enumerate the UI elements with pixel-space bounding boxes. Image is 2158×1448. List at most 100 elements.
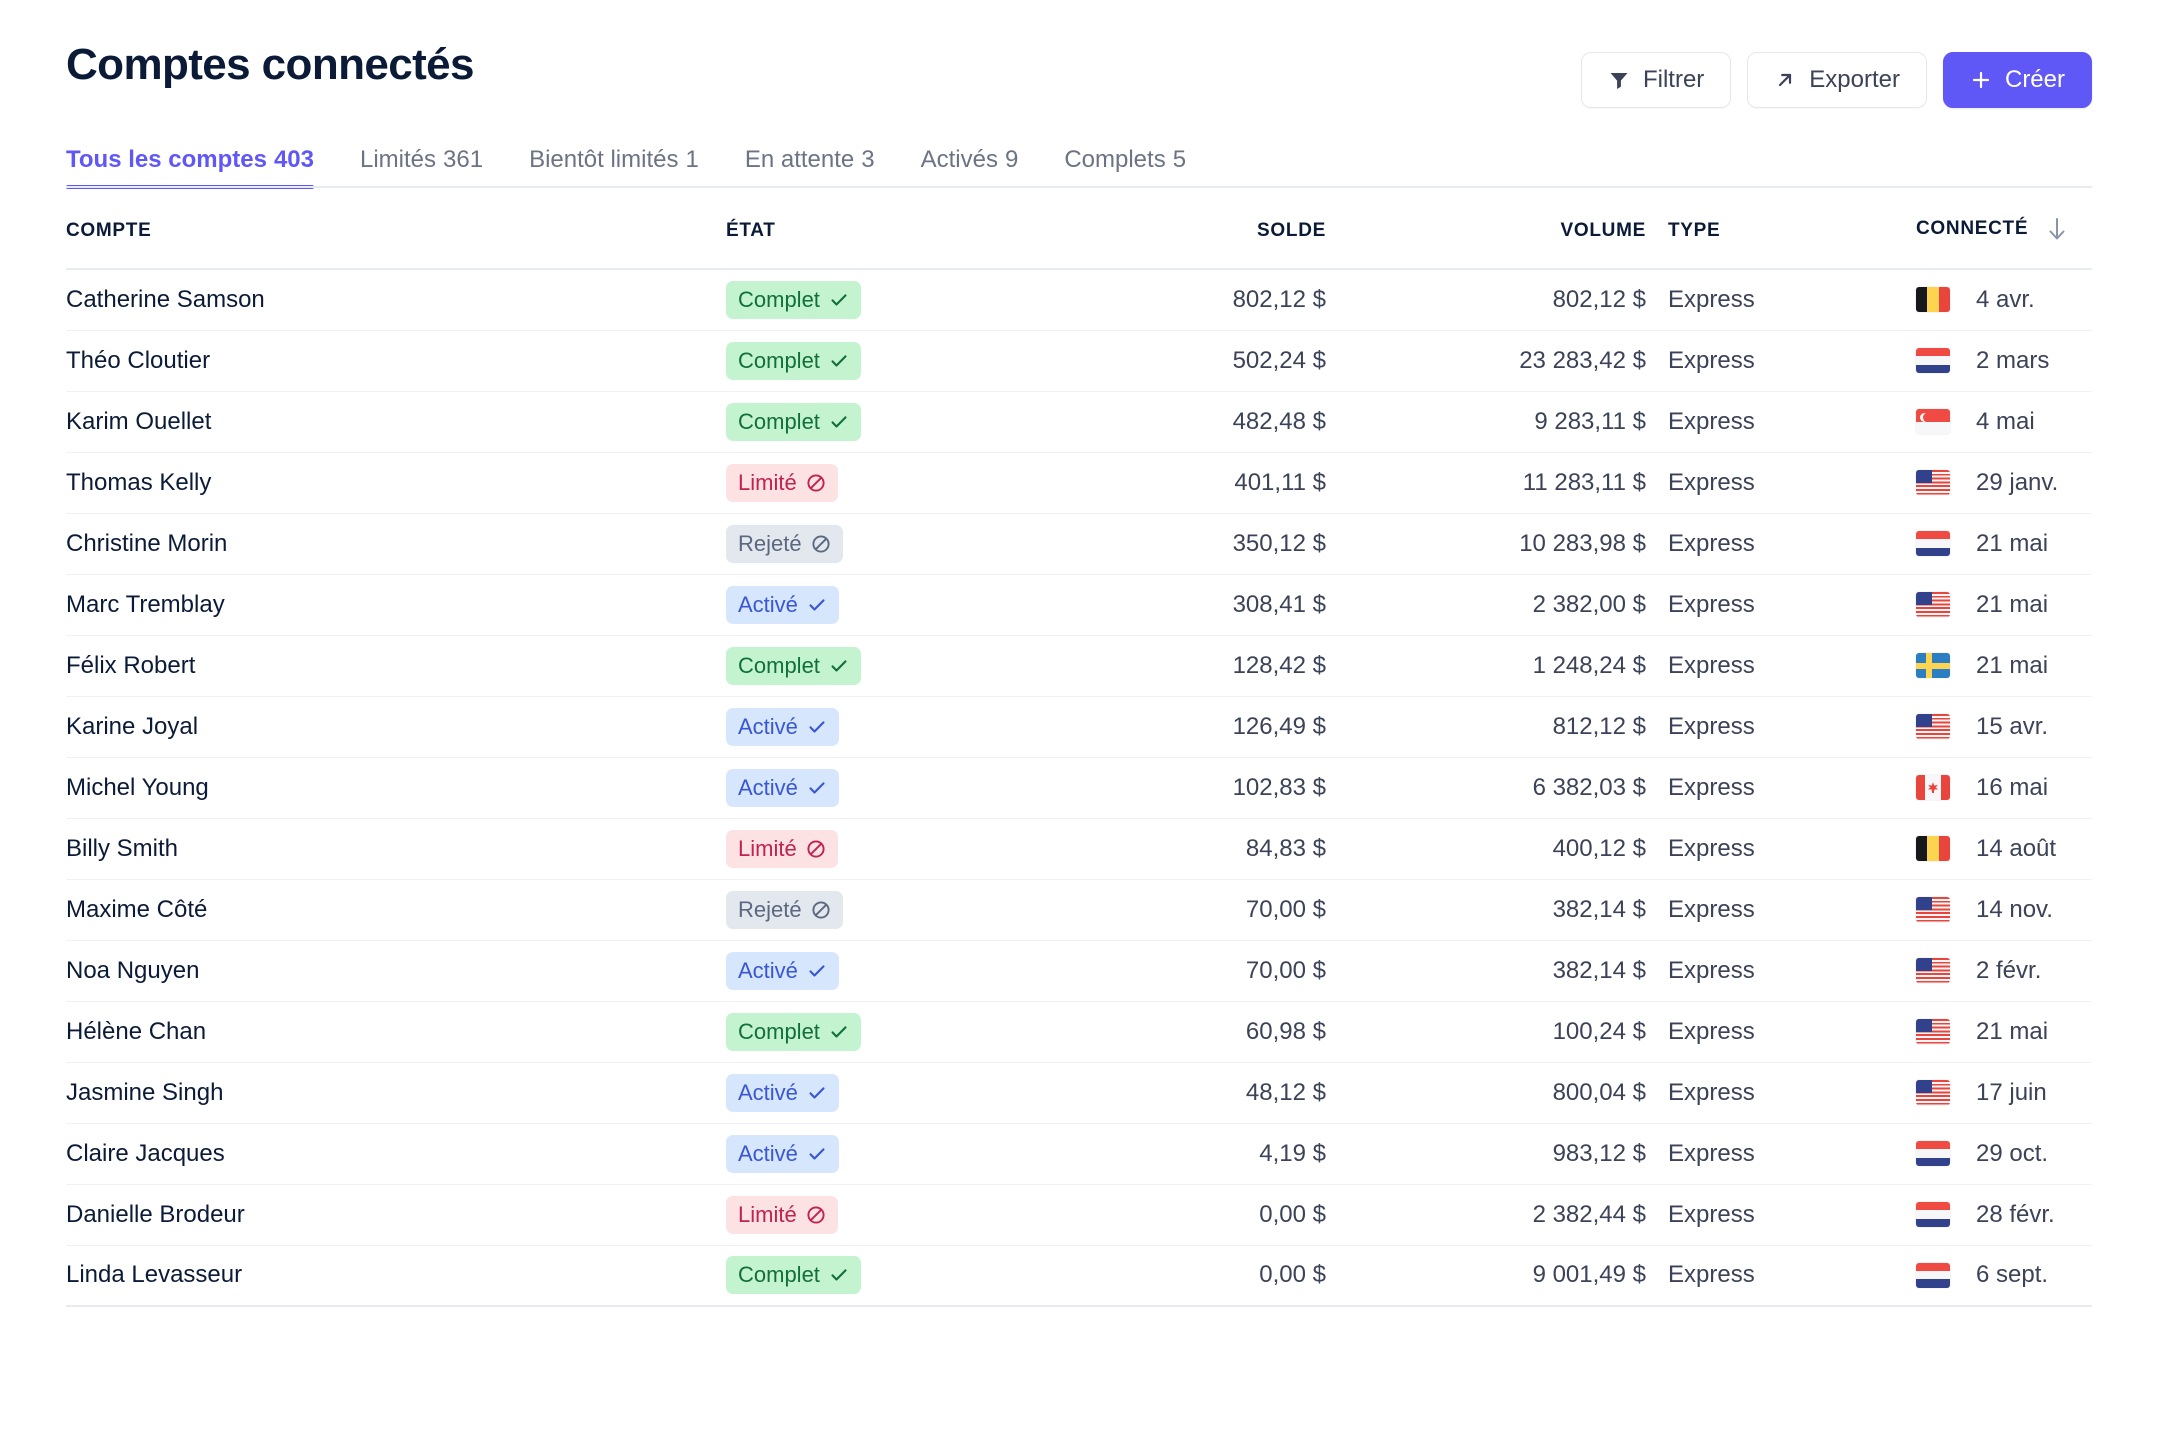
table-row[interactable]: Christine Morin Rejeté 350,12 $ 10 283,98 $… [66,513,2092,574]
cell-type: Express [1668,956,1755,984]
ban-icon [807,473,825,492]
status-badge-label: Activé [738,713,798,739]
table-row[interactable]: Linda Levasseur Complet 0,00 $ 9 001,49 $ Ex… [66,1245,2092,1306]
cell-balance: 0,00 $ [1259,1200,1326,1228]
cell-type: Express [1668,1078,1755,1106]
check-icon [831,659,847,672]
cell-connected-date: 15 avr. [1976,712,2049,740]
flag-netherlands [1916,348,1950,373]
tab-label: Complets [1064,146,1166,173]
cell-connected-date: 4 avr. [1976,285,2035,313]
tab-limites[interactable]: Limités 361 [360,148,483,188]
check-icon [831,1269,847,1281]
cell-volume: 400,12 $ [1552,834,1646,862]
tab-bientot-limites[interactable]: Bientôt limités 1 [529,148,699,188]
column-header-state[interactable]: ÉTAT [726,216,1006,269]
table-row[interactable]: Hélène Chan Complet 60,98 $ 100,24 $ Express… [66,1001,2092,1062]
cell-account-name: Karim Ouellet [66,407,212,435]
table-row[interactable]: Noa Nguyen Activé 70,00 $ 382,14 $ Express 2 … [66,940,2092,1001]
cell-connected-date: 6 sept. [1976,1261,2049,1289]
cell-account-name: Jasmine Singh [66,1078,224,1106]
flag-canada [1916,775,1950,800]
ban-icon [812,900,830,919]
table-row[interactable]: Jasmine Singh Activé 48,12 $ 800,04 $ Expres… [66,1062,2092,1123]
cell-account-name: Michel Young [66,773,209,801]
status-badge: Activé [726,707,839,746]
filter-button-label: Filtrer [1642,66,1705,93]
cell-volume: 983,12 $ [1552,1139,1646,1167]
table-row[interactable]: Billy Smith Limité 84,83 $ 400,12 $ Express 1… [66,818,2092,879]
table-row[interactable]: Maxime Côté Rejeté 70,00 $ 382,14 $ Express 1… [66,879,2092,940]
cell-volume: 6 382,03 $ [1532,773,1646,801]
flag-netherlands [1916,531,1950,556]
create-button[interactable]: Créer [1942,52,2092,108]
table-row[interactable]: Marc Tremblay Activé 308,41 $ 2 382,00 $ Exp… [66,574,2092,635]
tabs-divider [66,186,2092,188]
table-row[interactable]: Danielle Brodeur Limité 0,00 $ 2 382,44 $ Ex… [66,1184,2092,1245]
cell-type: Express [1668,773,1755,801]
tab-tous-les-comptes[interactable]: Tous les comptes 403 [66,148,314,189]
table-row[interactable]: Karim Ouellet Complet 482,48 $ 9 283,11 $ Ex… [66,391,2092,452]
cell-volume: 9 283,11 $ [1534,407,1646,435]
tab-actives[interactable]: Activés 9 [921,148,1019,188]
column-header-connected-label: CONNECTÉ [1916,218,2029,239]
cell-type: Express [1668,590,1755,618]
status-badge-label: Complet [738,652,820,678]
check-icon [809,1086,825,1099]
flag-belgium [1916,287,1950,313]
status-badge-label: Activé [738,1079,798,1105]
tab-complets[interactable]: Complets 5 [1064,148,1186,188]
column-header-balance[interactable]: SOLDE [1006,216,1326,269]
status-badge: Limité [726,1195,838,1234]
cell-type: Express [1668,407,1755,435]
table-row[interactable]: Thomas Kelly Limité 401,11 $ 11 283,11 $ Exp… [66,452,2092,513]
table-head: COMPTE ÉTAT SOLDE VOLUME TYPE CONNECTÉ [66,216,2092,269]
table-row[interactable]: Catherine Samson Complet 802,12 $ 802,12 $ E… [66,269,2092,330]
export-button[interactable]: Exporter [1747,52,1927,108]
flag-united-states [1916,1019,1950,1044]
cell-balance: 308,41 $ [1232,590,1326,618]
column-header-volume[interactable]: VOLUME [1326,216,1646,269]
table-row[interactable]: Félix Robert Complet 128,42 $ 1 248,24 $ Exp… [66,635,2092,696]
filter-button[interactable]: Filtrer [1580,52,1732,108]
table-row[interactable]: Théo Cloutier Complet 502,24 $ 23 283,42 $ E… [66,330,2092,391]
table-row[interactable]: Karine Joyal Activé 126,49 $ 812,12 $ Expres… [66,696,2092,757]
ban-icon [812,534,830,553]
flag-united-states [1916,1080,1950,1105]
check-icon [809,1147,825,1160]
column-header-type[interactable]: TYPE [1646,216,1916,269]
cell-account-name: Billy Smith [66,834,179,862]
table-row[interactable]: Michel Young Activé 102,83 $ 6 382,03 $ Expr… [66,757,2092,818]
status-badge: Activé [726,951,839,990]
flag-united-states [1916,897,1950,922]
cell-balance: 102,83 $ [1232,773,1326,801]
status-badge-label: Rejeté [738,896,802,922]
tab-count: 5 [1172,146,1187,173]
status-badge: Complet [726,402,861,441]
column-header-account[interactable]: COMPTE [66,216,726,269]
check-icon [831,354,847,367]
tab-count: 3 [861,146,875,173]
cell-balance: 84,83 $ [1245,834,1326,862]
cell-type: Express [1668,651,1755,679]
cell-type: Express [1668,1139,1755,1167]
cell-connected-date: 17 juin [1976,1078,2047,1106]
ban-icon [807,839,825,858]
tab-en-attente[interactable]: En attente 3 [745,148,875,188]
create-button-label: Créer [2004,66,2065,93]
cell-volume: 800,04 $ [1552,1078,1646,1106]
arrow-up-right-icon [1774,69,1796,91]
table-row[interactable]: Claire Jacques Activé 4,19 $ 983,12 $ Expres… [66,1123,2092,1184]
cell-connected-date: 16 mai [1976,773,2049,801]
cell-balance: 128,42 $ [1232,651,1326,679]
header-actions: Filtrer Exporter Créer [1580,42,2092,108]
flag-netherlands [1916,1262,1950,1288]
cell-balance: 482,48 $ [1232,407,1326,435]
cell-connected-date: 21 mai [1976,651,2049,679]
cell-type: Express [1668,834,1755,862]
cell-connected-date: 29 oct. [1976,1139,2049,1167]
status-badge: Activé [726,1134,839,1173]
tab-count: 1 [685,146,699,173]
column-header-connected[interactable]: CONNECTÉ [1916,216,2092,269]
cell-type: Express [1668,1200,1755,1228]
